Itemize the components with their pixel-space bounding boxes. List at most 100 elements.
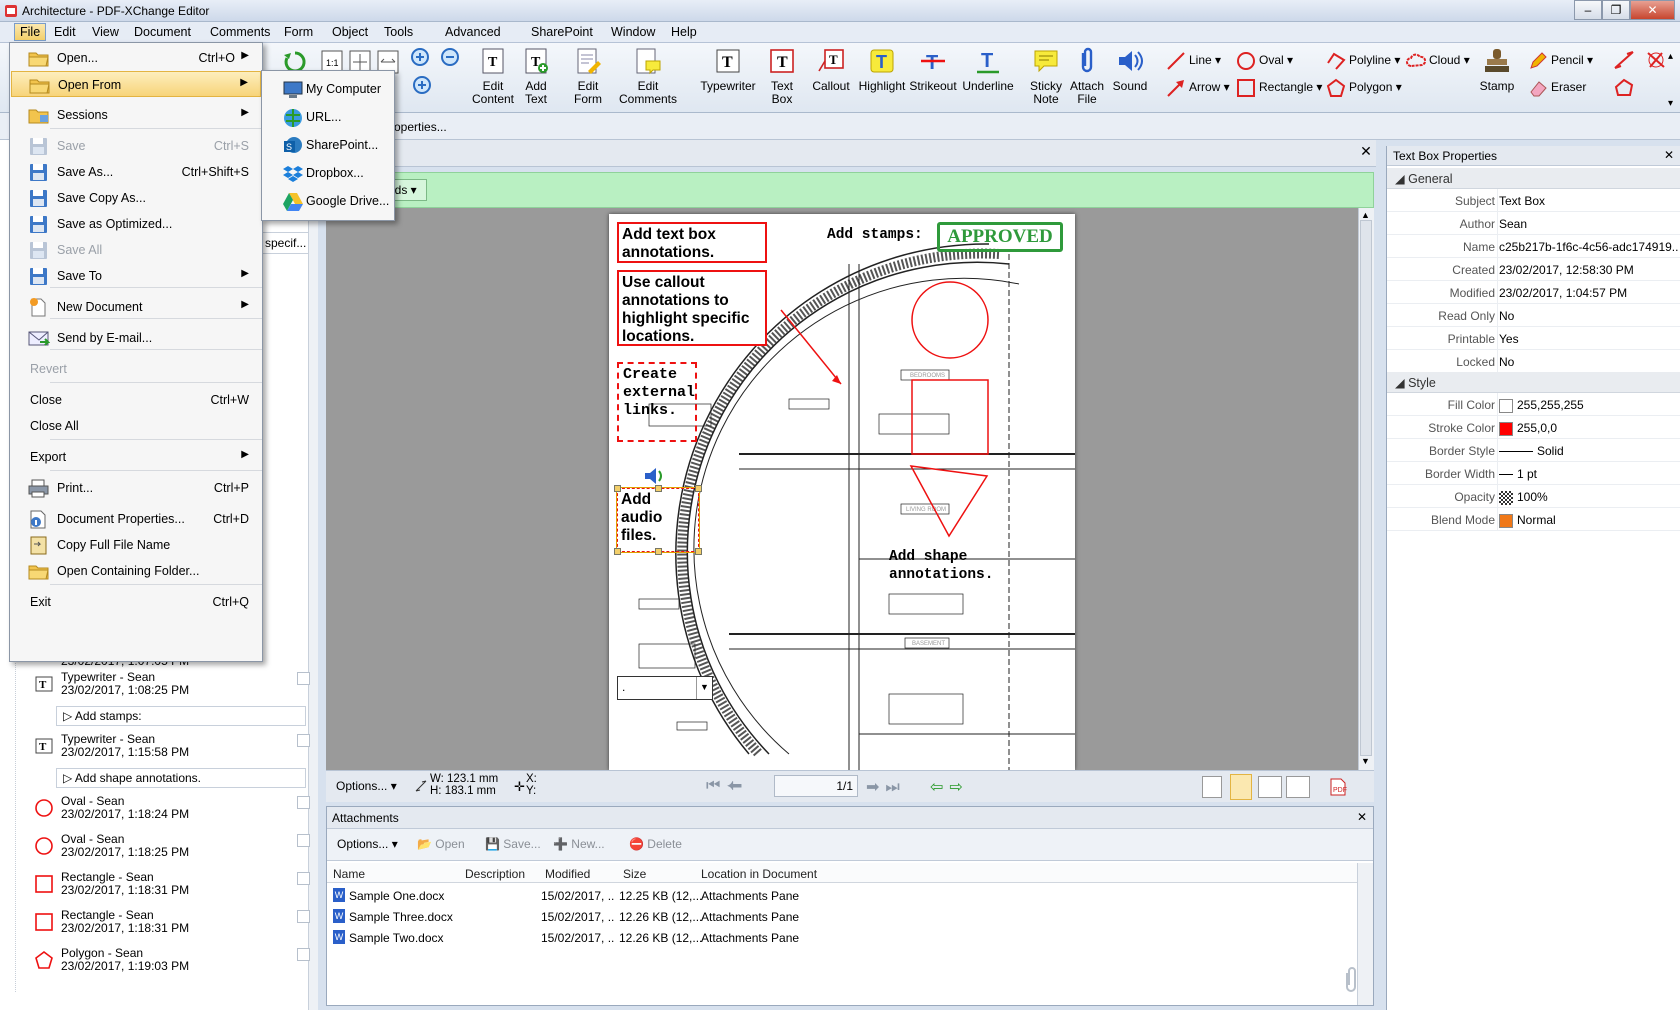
- continuous-page-icon[interactable]: [1230, 774, 1252, 800]
- resize-handle[interactable]: [614, 485, 621, 492]
- file-menu-save-all[interactable]: Save All: [11, 237, 261, 263]
- close-document-button[interactable]: ✕: [1358, 143, 1374, 161]
- property-name[interactable]: Name c25b217b-1f6c-4c56-adc174919...: [1387, 235, 1680, 258]
- attachments-options-button[interactable]: Options... ▾: [337, 837, 398, 851]
- file-menu-copy-full-file-name[interactable]: Copy Full File Name: [11, 532, 261, 558]
- attachment-save-button[interactable]: 💾 Save...: [485, 837, 541, 851]
- general-group[interactable]: ◢ General: [1387, 168, 1680, 189]
- file-menu-save-copy-as[interactable]: Save Copy As...: [11, 185, 261, 211]
- line-tool[interactable]: Line ▾: [1166, 51, 1221, 71]
- grid-page-icon[interactable]: [1286, 776, 1310, 798]
- pdf-page[interactable]: BEDROOMS LIVING ROOM BASEMENT Add text b…: [609, 214, 1075, 770]
- attach-file-button[interactable]: Attach File: [1068, 47, 1106, 106]
- stamps-typewriter-text[interactable]: Add stamps:: [827, 226, 923, 244]
- property-opacity[interactable]: Opacity 100%: [1387, 485, 1680, 508]
- file-menu-save-to[interactable]: Save To ▶: [11, 263, 261, 289]
- resize-handle[interactable]: [655, 548, 662, 555]
- file-menu-close-all[interactable]: Close All: [11, 413, 261, 439]
- zoom-plus-icon[interactable]: [412, 75, 434, 97]
- external-link-annotation[interactable]: Create external links.: [617, 362, 697, 442]
- open-from-dropbox[interactable]: Dropbox...: [266, 159, 392, 187]
- comment-checkbox[interactable]: [297, 948, 310, 961]
- ribbon-scroll-down[interactable]: ▾: [1668, 98, 1673, 109]
- open-from-my-computer[interactable]: My Computer: [266, 75, 392, 103]
- cloud-tool[interactable]: Cloud ▾: [1406, 51, 1470, 71]
- attachments-scrollbar[interactable]: [1357, 863, 1373, 1005]
- stamp-button[interactable]: Stamp: [1474, 47, 1520, 93]
- ribbon-scroll-up[interactable]: ▴: [1668, 51, 1673, 62]
- color-swatch[interactable]: [1499, 398, 1513, 413]
- property-locked[interactable]: Locked No: [1387, 350, 1680, 373]
- menu-comments[interactable]: Comments: [210, 25, 270, 39]
- file-menu-save-as[interactable]: Save As... Ctrl+Shift+S: [11, 159, 261, 185]
- property-blend-mode[interactable]: Blend Mode Normal: [1387, 508, 1680, 531]
- underline-button[interactable]: T Underline: [960, 47, 1016, 93]
- comment-content[interactable]: ▷ Add stamps:: [56, 706, 306, 726]
- table-row[interactable]: W Sample Three.docx 15/02/2017, .. 12.26 KB…: [327, 906, 1227, 927]
- nav-history[interactable]: ⇦⇨: [930, 777, 969, 797]
- scroll-thumb[interactable]: [1360, 220, 1372, 756]
- edit-comments-button[interactable]: Edit Comments: [618, 47, 678, 106]
- close-window-button[interactable]: ✕: [1630, 0, 1675, 20]
- open-from-google-drive[interactable]: Google Drive...: [266, 187, 392, 215]
- file-menu-save[interactable]: Save Ctrl+S: [11, 133, 261, 159]
- menu-file[interactable]: File: [14, 23, 47, 41]
- property-read-only[interactable]: Read Only No: [1387, 304, 1680, 327]
- properties-link[interactable]: operties...: [394, 120, 447, 134]
- property-border-style[interactable]: Border Style Solid: [1387, 439, 1680, 462]
- menu-view[interactable]: View: [92, 25, 119, 39]
- oval-tool[interactable]: Oval ▾: [1236, 51, 1293, 71]
- nav-next-last[interactable]: ➡⏭: [866, 777, 906, 797]
- polyline-tool[interactable]: Polyline ▾: [1326, 51, 1400, 71]
- attachment-delete-button[interactable]: ⛔ Delete: [629, 837, 682, 851]
- nav-first-prev[interactable]: ⏮⬅: [706, 777, 748, 795]
- sound-button[interactable]: Sound: [1108, 47, 1152, 93]
- property-border-width[interactable]: Border Width 1 pt: [1387, 462, 1680, 485]
- file-menu-revert[interactable]: Revert: [11, 356, 261, 382]
- perimeter-icon[interactable]: [1612, 77, 1636, 99]
- arrow-tool[interactable]: Arrow ▾: [1166, 78, 1230, 98]
- comment-checkbox[interactable]: [297, 796, 310, 809]
- menu-window[interactable]: Window: [611, 25, 655, 39]
- property-created[interactable]: Created 23/02/2017, 12:58:30 PM: [1387, 258, 1680, 281]
- audio-text-box-selected[interactable]: Add audio files.: [616, 487, 700, 553]
- file-menu-print[interactable]: Print... Ctrl+P: [11, 475, 261, 501]
- column-header[interactable]: Size: [623, 867, 646, 881]
- edit-content-button[interactable]: T Edit Content: [470, 47, 516, 106]
- comment-checkbox[interactable]: [297, 834, 310, 847]
- attachment-new-button[interactable]: ➕ New...: [553, 837, 605, 851]
- file-menu-sessions[interactable]: Sessions ▶: [11, 102, 261, 128]
- comment-checkbox[interactable]: [297, 910, 310, 923]
- menu-sharepoint[interactable]: SharePoint: [531, 25, 593, 39]
- comment-item[interactable]: Rectangle - Sean 23/02/2017, 1:18:31 PM: [28, 870, 310, 906]
- rectangle-tool[interactable]: Rectangle ▾: [1236, 78, 1322, 98]
- vertical-scrollbar[interactable]: ▲ ▼: [1358, 208, 1374, 770]
- polygon-tool[interactable]: Polygon ▾: [1326, 78, 1402, 98]
- highlight-button[interactable]: T Highlight: [856, 47, 908, 93]
- file-menu-send-by-e-mail[interactable]: Send by E-mail...: [11, 325, 261, 351]
- strikeout-button[interactable]: T Strikeout: [906, 47, 960, 93]
- callout-button[interactable]: T Callout: [808, 47, 854, 93]
- edit-form-button[interactable]: Edit Form: [566, 47, 610, 106]
- shape-typewriter-text[interactable]: Add shape annotations.: [889, 548, 1009, 584]
- property-author[interactable]: Author Sean: [1387, 212, 1680, 235]
- resize-handle[interactable]: [614, 548, 621, 555]
- comment-item[interactable]: Rectangle - Sean 23/02/2017, 1:18:31 PM: [28, 908, 310, 944]
- comment-content[interactable]: ▷ Add shape annotations.: [56, 768, 306, 788]
- comment-item[interactable]: Polygon - Sean 23/02/2017, 1:19:03 PM: [28, 946, 310, 982]
- maximize-button[interactable]: ❐: [1602, 0, 1630, 20]
- file-menu-export[interactable]: Export ▶: [11, 444, 261, 470]
- sound-annotation-icon[interactable]: [643, 466, 669, 486]
- zoom-in-icon[interactable]: [410, 47, 432, 69]
- comment-checkbox[interactable]: [297, 734, 310, 747]
- file-menu-save-as-optimized[interactable]: Save as Optimized...: [11, 211, 261, 237]
- sticky-note-button[interactable]: Sticky Note: [1024, 47, 1068, 106]
- resize-handle[interactable]: [695, 548, 702, 555]
- comment-item[interactable]: Oval - Sean 23/02/2017, 1:18:25 PM: [28, 832, 310, 868]
- table-row[interactable]: W Sample Two.docx 15/02/2017, .. 12.26 KB (…: [327, 927, 1227, 948]
- comment-item[interactable]: T Typewriter - Sean 23/02/2017, 1:08:25 PM…: [28, 670, 310, 728]
- text-box-annotation[interactable]: Add text box annotations.: [617, 222, 767, 263]
- facing-page-icon[interactable]: [1258, 776, 1282, 798]
- eraser-tool[interactable]: Eraser: [1528, 78, 1586, 98]
- property-stroke-color[interactable]: Stroke Color 255,0,0: [1387, 416, 1680, 439]
